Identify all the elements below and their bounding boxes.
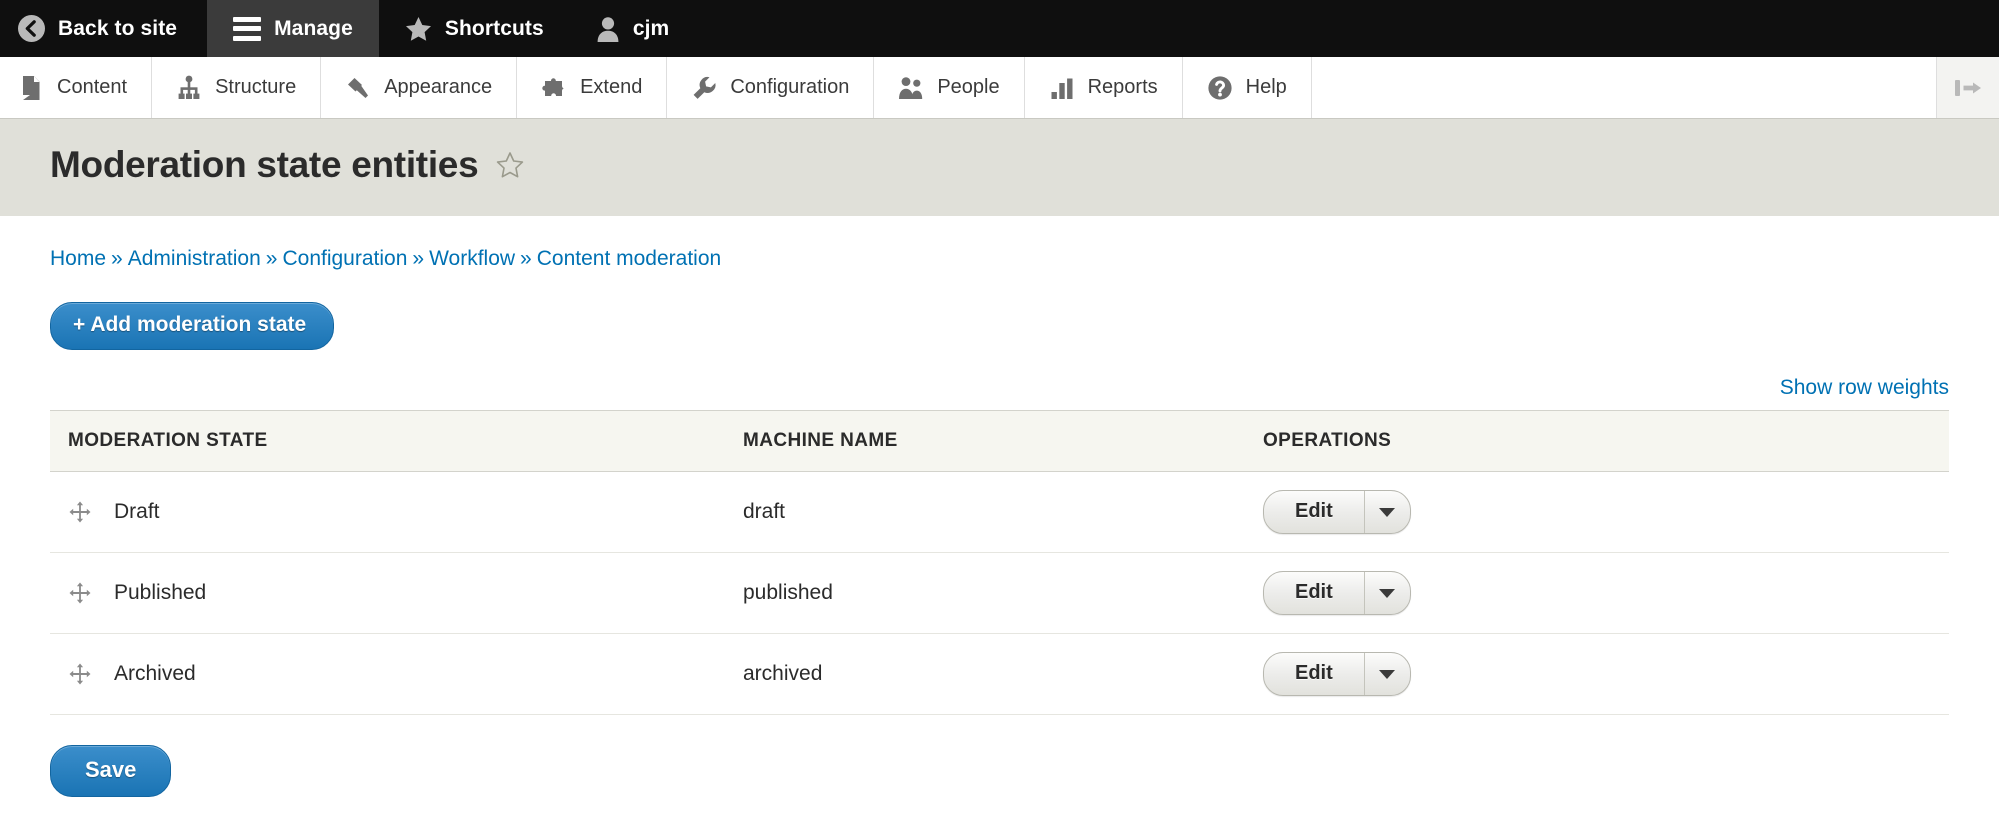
star-outline-icon[interactable] — [495, 151, 525, 180]
operations-dropdown-toggle[interactable] — [1363, 491, 1410, 534]
menu-item-extend[interactable]: Extend — [517, 57, 668, 118]
cell-moderation-state: Archived — [50, 633, 725, 716]
chevron-down-icon — [1379, 507, 1396, 517]
menu-item-label: Help — [1245, 76, 1287, 98]
operations-dropbutton: Edit — [1263, 652, 1411, 697]
menu-item-structure[interactable]: Structure — [152, 57, 322, 118]
menu-item-reports[interactable]: Reports — [1025, 57, 1183, 118]
row-weights-toggle-wrap: Show row weights — [50, 350, 1949, 410]
menu-item-content[interactable]: Content — [0, 57, 153, 118]
breadcrumb-item-content-moderation[interactable]: Content moderation — [537, 247, 721, 270]
moderation-states-table: MODERATION STATE MACHINE NAME OPERATIONS… — [50, 410, 1949, 716]
column-header-moderation-state: MODERATION STATE — [50, 410, 725, 473]
menu-item-help[interactable]: Help — [1183, 57, 1312, 118]
edit-button[interactable]: Edit — [1264, 653, 1364, 695]
toolbar-item-label: Manage — [274, 16, 353, 40]
breadcrumb-item-home[interactable]: Home — [50, 247, 106, 270]
breadcrumb-item-workflow[interactable]: Workflow — [429, 247, 515, 270]
add-moderation-state-button[interactable]: + Add moderation state — [50, 302, 335, 351]
cell-moderation-state: Draft — [50, 471, 725, 554]
table-row: Draft draft Edit — [50, 471, 1949, 554]
page-title: Moderation state entities — [50, 144, 479, 185]
moderation-state-label: Archived — [114, 662, 196, 686]
chevron-down-icon — [1379, 669, 1396, 679]
back-arrow-circle-icon — [18, 15, 45, 42]
operations-dropbutton: Edit — [1263, 490, 1411, 535]
operations-dropbutton: Edit — [1263, 571, 1411, 616]
menu-item-label: Reports — [1087, 76, 1158, 98]
menu-item-people[interactable]: People — [874, 57, 1025, 118]
paintbrush-icon — [345, 75, 371, 101]
breadcrumb-separator: » — [111, 246, 123, 270]
user-account-icon — [596, 16, 620, 42]
toolbar-item-manage[interactable]: Manage — [207, 0, 379, 57]
table-row: Published published Edit — [50, 552, 1949, 635]
wrench-icon — [691, 75, 717, 101]
star-icon — [405, 16, 432, 42]
breadcrumb-separator: » — [265, 246, 278, 270]
menu-item-configuration[interactable]: Configuration — [667, 57, 875, 118]
hamburger-menu-icon — [233, 16, 262, 41]
cell-machine-name: published — [725, 552, 1245, 635]
menu-item-label: Configuration — [730, 76, 850, 98]
menu-item-label: Structure — [215, 76, 297, 98]
operations-dropdown-toggle[interactable] — [1363, 653, 1410, 696]
structure-tree-icon — [176, 75, 202, 101]
show-row-weights-link[interactable]: Show row weights — [1780, 376, 1949, 399]
edit-button[interactable]: Edit — [1264, 491, 1364, 533]
column-header-operations: OPERATIONS — [1245, 410, 1949, 473]
cell-moderation-state: Published — [50, 552, 725, 635]
table-header-row: MODERATION STATE MACHINE NAME OPERATIONS — [50, 410, 1949, 473]
collapse-toolbar-icon — [1953, 75, 1983, 101]
chevron-down-icon — [1379, 588, 1396, 598]
action-links: + Add moderation state — [50, 273, 1949, 351]
table-row: Archived archived Edit — [50, 633, 1949, 716]
admin-menu-tray: Content Structure Appearance Extend Conf… — [0, 57, 1999, 119]
moderation-state-label: Published — [114, 581, 207, 605]
document-icon — [18, 75, 44, 101]
drag-handle-icon[interactable] — [68, 581, 92, 605]
cell-operations: Edit — [1245, 633, 1949, 716]
breadcrumb-item-configuration[interactable]: Configuration — [282, 247, 407, 270]
admin-toolbar: Back to site Manage Shortcuts cjm — [0, 0, 1999, 57]
breadcrumb-separator: » — [520, 246, 532, 270]
cell-machine-name: draft — [725, 471, 1245, 554]
form-actions: Save — [50, 715, 1949, 837]
people-icon — [898, 75, 924, 101]
menu-item-label: Content — [57, 76, 128, 98]
edit-button[interactable]: Edit — [1264, 572, 1364, 614]
main-content: Home» Administration» Configuration» Workfl… — [0, 215, 1999, 837]
question-mark-circle-icon — [1207, 75, 1233, 101]
operations-dropdown-toggle[interactable] — [1363, 572, 1410, 615]
page-title-band: Moderation state entities — [0, 119, 1999, 216]
menu-tray-spacer — [1312, 57, 1937, 118]
breadcrumb-item-administration[interactable]: Administration — [128, 247, 261, 270]
toolbar-item-shortcuts[interactable]: Shortcuts — [379, 0, 570, 57]
table-header: MODERATION STATE MACHINE NAME OPERATIONS — [50, 410, 1949, 473]
toolbar-item-label: Back to site — [58, 16, 178, 40]
breadcrumb: Home» Administration» Configuration» Workfl… — [50, 216, 1949, 273]
toolbar-item-label: cjm — [632, 16, 670, 40]
breadcrumb-separator: » — [412, 246, 425, 270]
menu-item-label: People — [937, 76, 1000, 98]
cell-machine-name: archived — [725, 633, 1245, 716]
save-button[interactable]: Save — [50, 745, 172, 798]
drag-handle-icon[interactable] — [68, 662, 92, 686]
moderation-state-label: Draft — [114, 500, 160, 524]
table-body: Draft draft Edit Published published Edi… — [50, 471, 1949, 716]
cell-operations: Edit — [1245, 552, 1949, 635]
bar-chart-icon — [1049, 75, 1075, 101]
toolbar-item-label: Shortcuts — [444, 16, 544, 40]
puzzle-piece-icon — [541, 75, 567, 101]
column-header-machine-name: MACHINE NAME — [725, 410, 1245, 473]
cell-operations: Edit — [1245, 471, 1949, 554]
toolbar-item-back-to-site[interactable]: Back to site — [0, 0, 207, 57]
menu-item-appearance[interactable]: Appearance — [321, 57, 518, 118]
menu-item-label: Extend — [580, 76, 643, 98]
drag-handle-icon[interactable] — [68, 500, 92, 524]
toolbar-item-user-account[interactable]: cjm — [570, 0, 696, 57]
menu-item-label: Appearance — [384, 76, 493, 98]
collapse-toolbar-button[interactable] — [1937, 57, 1999, 118]
